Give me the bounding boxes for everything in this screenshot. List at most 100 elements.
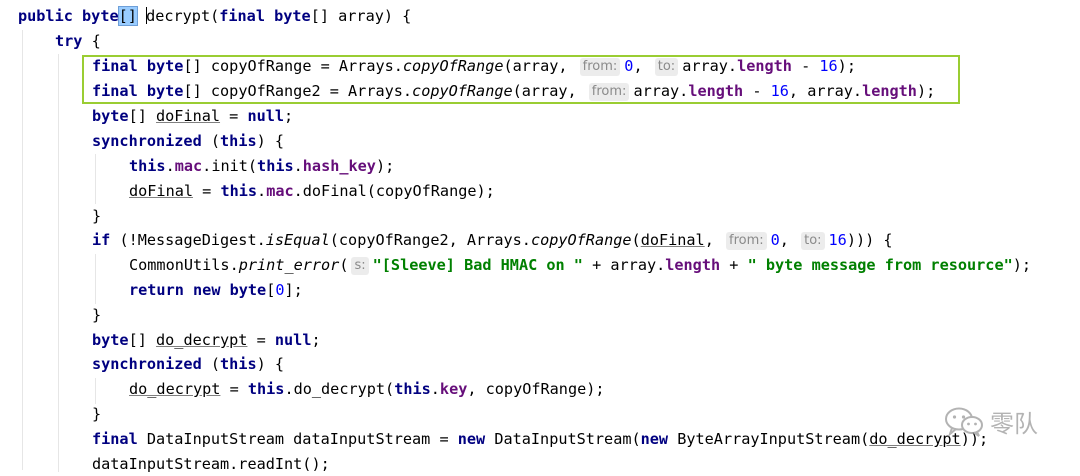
code-text: ByteArrayInputStream( [668, 430, 870, 448]
code-text: } [92, 405, 102, 423]
code-text: .do_decrypt( [284, 380, 395, 398]
code-line[interactable]: do_decrypt = this.do_decrypt(this.key, c… [129, 377, 605, 401]
code-line[interactable]: if (!MessageDigest.isEqual(copyOfRange2,… [92, 228, 893, 252]
keyword: new [640, 430, 669, 448]
code-text: ( [201, 355, 221, 373]
watermark-text: 零队 [990, 410, 1038, 438]
code-text: (!MessageDigest. [110, 231, 266, 249]
code-text: ; [284, 107, 294, 125]
variable: do_decrypt [156, 331, 248, 349]
keyword: null [274, 331, 312, 349]
code-text: . [293, 157, 303, 175]
code-text: . [430, 380, 440, 398]
code-text: dataInputStream.readInt(); [92, 455, 330, 473]
code-text: [] [128, 107, 157, 125]
keyword: null [247, 107, 285, 125]
code-line[interactable]: doFinal = this.mac.doFinal(copyOfRange); [129, 179, 495, 203]
code-line[interactable]: this.mac.init(this.hash_key); [129, 154, 394, 178]
code-text: . [257, 182, 267, 200]
code-text: , copyOfRange); [467, 380, 605, 398]
code-line[interactable]: synchronized (this) { [92, 129, 284, 153]
code-text: ( [201, 132, 221, 150]
watermark: 零队 [944, 404, 1038, 439]
keyword: byte [92, 331, 129, 349]
variable: doFinal [640, 231, 705, 249]
field: length [665, 256, 721, 274]
code-text: + array. [582, 256, 666, 274]
keyword: this [394, 380, 431, 398]
code-line[interactable]: public byte[] decrypt(final byte[] array… [18, 4, 411, 28]
highlight-box [82, 55, 960, 104]
code-line[interactable]: synchronized (this) { [92, 352, 284, 376]
code-text: DataInputStream dataInputStream = [137, 430, 458, 448]
parameter-hint: from: [726, 232, 767, 250]
static-method-call: copyOfRange [530, 231, 632, 249]
code-line[interactable]: final DataInputStream dataInputStream = … [92, 427, 988, 451]
method-name: decrypt [146, 7, 211, 25]
code-text: } [92, 306, 102, 324]
code-text: = [220, 380, 248, 398]
keyword: public [18, 7, 73, 25]
code-line[interactable]: } [92, 402, 101, 426]
code-text: ( [339, 256, 349, 274]
string-literal: "[Sleeve] Bad HMAC on " [372, 256, 583, 274]
indent-guide [95, 154, 96, 204]
keyword: byte [274, 7, 311, 25]
wechat-icon [945, 407, 983, 437]
code-line[interactable]: try { [55, 29, 101, 53]
code-text: .init( [202, 157, 258, 175]
bracket-match-highlight: [] [117, 6, 138, 26]
code-line[interactable]: byte[] doFinal = null; [92, 104, 293, 128]
keyword: this [220, 132, 257, 150]
keyword: this [247, 380, 285, 398]
code-editor[interactable]: public byte[] decrypt(final byte[] array… [0, 0, 1080, 473]
code-text: ( [631, 231, 641, 249]
code-line[interactable]: } [92, 204, 101, 228]
parameter-hint: to: [801, 232, 825, 250]
static-method-call: print_error [238, 256, 340, 274]
code-text: + [720, 256, 748, 274]
variable: do_decrypt [129, 380, 221, 398]
indent-guide [22, 30, 23, 470]
code-line[interactable]: CommonUtils.print_error(s: "[Sleeve] Bad … [129, 253, 1031, 277]
code-text: ); [1012, 256, 1032, 274]
code-text: , [704, 231, 723, 249]
code-line[interactable]: byte[] do_decrypt = null; [92, 328, 321, 352]
keyword: synchronized [92, 355, 202, 373]
code-text: [ [266, 281, 276, 299]
field: key [439, 380, 468, 398]
keyword: byte [92, 107, 129, 125]
variable: doFinal [129, 182, 194, 200]
code-text: [] [128, 331, 157, 349]
code-text: , [779, 231, 799, 249]
code-text: [] array) { [310, 7, 412, 25]
keyword: if [92, 231, 111, 249]
code-text: . [165, 157, 175, 175]
code-line[interactable]: } [92, 303, 101, 327]
keyword: byte [82, 7, 119, 25]
code-line[interactable]: dataInputStream.readInt(); [92, 452, 330, 476]
code-text: ) { [256, 132, 285, 150]
code-text: ; [311, 331, 321, 349]
code-text: { [82, 32, 101, 50]
code-text: ) { [256, 355, 285, 373]
keyword: return [129, 281, 184, 299]
code-text: CommonUtils. [129, 256, 239, 274]
parameter-hint: s: [351, 257, 369, 275]
keyword: synchronized [92, 132, 202, 150]
keyword: try [55, 32, 83, 50]
bracket: ] [127, 7, 137, 25]
keyword: this [257, 157, 294, 175]
indent-guide [58, 54, 59, 472]
field: hash_key [302, 157, 376, 175]
code-line[interactable]: return new byte[0]; [129, 278, 303, 302]
code-text: = [193, 182, 221, 200]
number-literal: 16 [828, 231, 847, 249]
bracket: [ [118, 7, 128, 25]
code-text: .doFinal(copyOfRange); [293, 182, 495, 200]
static-method-call: isEqual [265, 231, 330, 249]
variable: doFinal [156, 107, 221, 125]
keyword: byte [229, 281, 267, 299]
